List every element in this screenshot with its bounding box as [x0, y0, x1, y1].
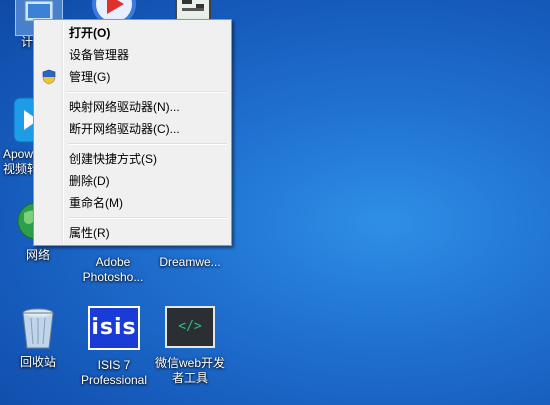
menu-item-device-manager[interactable]: 设备管理器 — [36, 44, 229, 66]
wechat-devtools-label: 微信web开发者工具 — [154, 356, 225, 385]
recycle-bin-icon — [14, 304, 62, 352]
menu-item-label: 映射网络驱动器(N)... — [69, 100, 180, 114]
menu-item-label: 打开(O) — [69, 26, 111, 40]
menu-item-open[interactable]: 打开(O) — [36, 22, 229, 44]
code-terminal-icon: </> — [165, 306, 215, 348]
isis-label: ISIS 7 Professional — [80, 358, 148, 387]
dreamweaver-label: Dreamwe... — [159, 255, 221, 269]
menu-item-map-network-drive[interactable]: 映射网络驱动器(N)... — [36, 96, 229, 118]
isis-desktop-icon[interactable]: isis ISIS 7 Professional — [77, 306, 151, 388]
context-menu: 打开(O) 设备管理器 管理(G) 映射网络驱动器(N)... 断开网络驱动器(… — [33, 19, 232, 246]
menu-item-properties[interactable]: 属性(R) — [36, 222, 229, 244]
menu-item-create-shortcut[interactable]: 创建快捷方式(S) — [36, 148, 229, 170]
menu-item-manage[interactable]: 管理(G) — [36, 66, 229, 88]
menu-separator — [68, 143, 227, 145]
isis-logo-icon: isis — [88, 306, 140, 350]
menu-item-label: 设备管理器 — [69, 48, 130, 62]
menu-item-label: 管理(G) — [69, 70, 111, 84]
isis-logo-text: isis — [91, 315, 137, 340]
photoshop-label: Adobe Photosho... — [82, 255, 144, 284]
menu-separator — [68, 91, 227, 93]
recycle-bin-label: 回收站 — [19, 355, 56, 369]
menu-item-label: 属性(R) — [69, 226, 110, 240]
menu-item-label: 断开网络驱动器(C)... — [69, 122, 180, 136]
menu-item-rename[interactable]: 重命名(M) — [36, 192, 229, 214]
menu-item-label: 删除(D) — [69, 174, 110, 188]
shield-icon — [41, 69, 57, 85]
menu-item-disconnect-network-drive[interactable]: 断开网络驱动器(C)... — [36, 118, 229, 140]
wechat-devtools-desktop-icon[interactable]: </> 微信web开发者工具 — [153, 306, 227, 386]
menu-item-label: 创建快捷方式(S) — [69, 152, 157, 166]
recycle-bin-desktop-icon[interactable]: 回收站 — [1, 304, 75, 370]
code-symbol: </> — [178, 319, 202, 334]
network-label: 网络 — [25, 248, 50, 262]
menu-item-delete[interactable]: 删除(D) — [36, 170, 229, 192]
menu-item-label: 重命名(M) — [69, 196, 123, 210]
menu-separator — [68, 217, 227, 219]
